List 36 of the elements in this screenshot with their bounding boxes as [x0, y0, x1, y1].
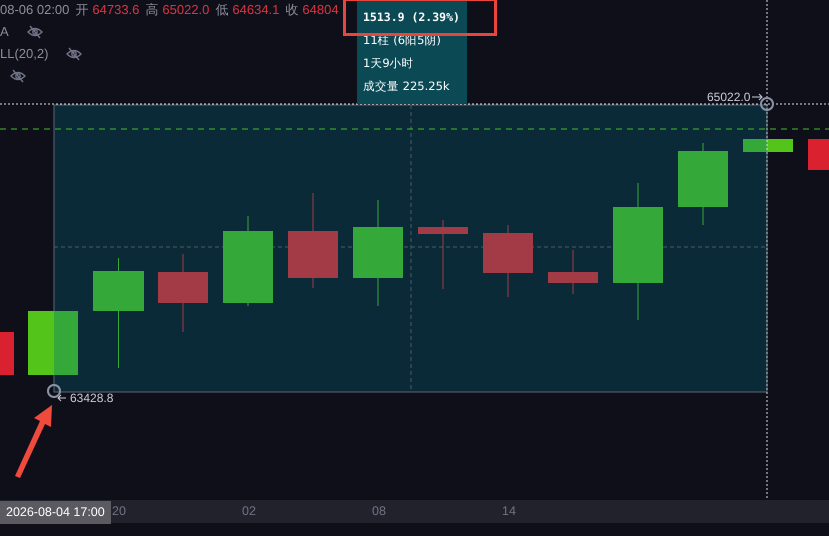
tooltip-line: 成交量 225.25k: [363, 78, 451, 95]
time-tick: 08: [372, 503, 386, 520]
field-label: 开: [75, 1, 88, 19]
arrow-icon: [57, 394, 66, 402]
candlestick: [418, 220, 468, 290]
candlestick: [0, 332, 14, 375]
candlestick: [808, 139, 829, 170]
indicator-name: LL(20,2): [0, 45, 48, 64]
candle-time: 08-06 02:00: [0, 1, 70, 19]
time-tick: 02: [242, 503, 256, 520]
candlestick: [767, 139, 793, 152]
arrow-icon: [752, 94, 763, 100]
candlestick: [743, 139, 767, 152]
eye-slash-icon[interactable]: [66, 47, 82, 61]
field-value: 65022.0: [162, 1, 210, 19]
drag-handle[interactable]: [760, 97, 774, 111]
time-tick: 14: [502, 503, 516, 520]
field-value: 64733.6: [92, 1, 140, 19]
indicator-name: A: [0, 23, 9, 42]
field-value: 64634.1: [232, 1, 280, 19]
candlestick: [54, 311, 78, 375]
field-label: 高: [145, 1, 158, 19]
tooltip-line: 1513.9 (2.39%): [363, 9, 461, 26]
eye-slash-icon[interactable]: [26, 25, 43, 39]
field-label: 收: [285, 1, 298, 19]
low-price-label: 63428.8: [70, 391, 114, 405]
field-value: 64804: [302, 1, 339, 19]
candlestick: [28, 311, 54, 375]
drag-handle[interactable]: [47, 384, 61, 398]
field-label: 低: [215, 1, 228, 19]
cursor-time-label: 2026-08-04 17:00: [0, 501, 111, 524]
tooltip-line: 1天9小时: [363, 55, 415, 72]
eye-slash-icon[interactable]: [10, 69, 26, 83]
high-price-label: 65022.0: [707, 90, 750, 104]
time-tick: 20: [112, 503, 126, 520]
candlestick: [548, 250, 598, 294]
